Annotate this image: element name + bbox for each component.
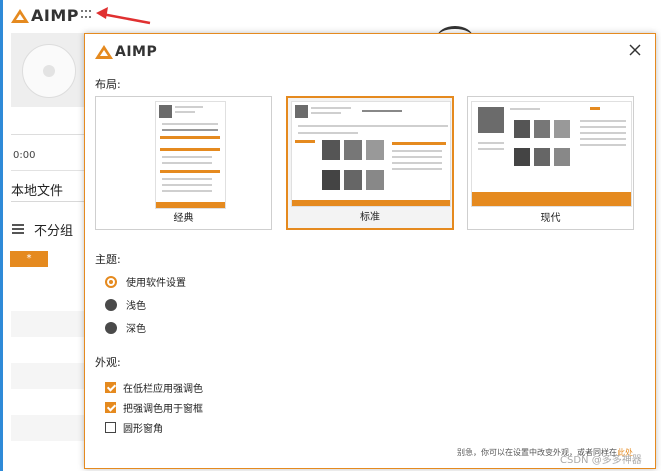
dialog-logo-text: AIMP [115, 44, 158, 60]
aimp-logo-icon [95, 45, 113, 59]
list-row-stripe [11, 311, 85, 337]
layout-option-classic[interactable]: 经典 [95, 96, 272, 230]
dialog-logo: AIMP [95, 44, 157, 60]
aimp-logo-icon [11, 8, 29, 23]
app-logo: AIMP [11, 6, 79, 25]
window-left-border [0, 0, 3, 471]
annotation-arrow [96, 7, 151, 25]
divider [11, 170, 85, 171]
grouping-label[interactable]: 不分组 [34, 220, 73, 239]
layout-section-title: 布局: [95, 78, 121, 91]
layout-preview-modern [471, 101, 632, 207]
option-rounded-corners[interactable]: 圆形窗角 [105, 420, 163, 435]
theme-option-dark[interactable]: 深色 [105, 320, 146, 335]
theme-label: 浅色 [126, 301, 146, 312]
tab-underline [11, 201, 85, 202]
option-label: 把强调色用于窗框 [123, 404, 203, 415]
close-icon[interactable] [627, 42, 643, 58]
option-accent-window-frame[interactable]: 把强调色用于窗框 [105, 400, 203, 415]
layout-preview-standard [291, 101, 451, 207]
disc-icon [22, 44, 76, 98]
list-row-stripe [11, 415, 85, 441]
watermark: CSDN @多多神器 [560, 455, 642, 466]
theme-label: 深色 [126, 324, 146, 335]
option-accent-bottom-bar[interactable]: 在低栏应用强调色 [105, 380, 203, 395]
playlist-tab-star[interactable]: * [10, 251, 48, 267]
theme-label: 使用软件设置 [126, 278, 186, 289]
option-label: 在低栏应用强调色 [123, 384, 203, 395]
layout-grip-icon[interactable] [81, 10, 91, 20]
app-logo-text: AIMP [31, 6, 79, 25]
theme-section-title: 主题: [95, 253, 121, 266]
tab-local-files[interactable]: 本地文件 [11, 180, 63, 199]
option-label: 圆形窗角 [123, 424, 163, 435]
radio-icon[interactable] [105, 298, 117, 311]
checkbox-icon[interactable] [105, 422, 116, 433]
layout-preview-classic [155, 101, 226, 209]
checkbox-checked-icon[interactable] [105, 382, 116, 393]
layout-label-modern: 现代 [540, 213, 561, 224]
layout-option-standard[interactable]: 标准 [286, 96, 454, 230]
appearance-section-title: 外观: [95, 356, 121, 369]
layout-label-standard: 标准 [360, 212, 380, 223]
theme-option-light[interactable]: 浅色 [105, 297, 146, 312]
radio-icon[interactable] [105, 321, 117, 334]
radio-selected-icon[interactable] [105, 275, 117, 288]
theme-option-system[interactable]: 使用软件设置 [105, 274, 186, 289]
hamburger-menu-icon[interactable] [12, 224, 24, 236]
layout-label-classic: 经典 [173, 213, 194, 224]
checkbox-checked-icon[interactable] [105, 402, 116, 413]
list-row-stripe [11, 363, 85, 389]
current-time: 0:00 [13, 150, 36, 161]
divider [11, 134, 85, 135]
appearance-dialog: AIMP 布局: 经典 标准 现代 主题: 使用软件设置 浅色 深色 外观: 在… [84, 33, 656, 469]
layout-option-modern[interactable]: 现代 [467, 96, 634, 230]
album-art-placeholder [11, 33, 85, 107]
